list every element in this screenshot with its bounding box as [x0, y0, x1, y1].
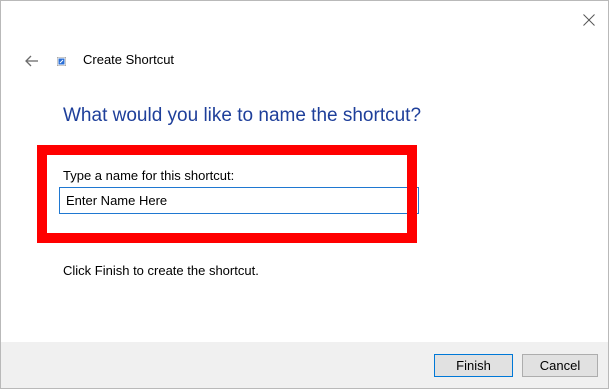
shortcut-icon	[57, 57, 66, 66]
button-bar: Finish Cancel	[1, 342, 608, 388]
cancel-button[interactable]: Cancel	[522, 354, 598, 377]
shortcut-name-label: Type a name for this shortcut:	[63, 168, 235, 183]
finish-button[interactable]: Finish	[434, 354, 513, 377]
back-button[interactable]	[19, 49, 45, 73]
shortcut-name-input[interactable]	[59, 187, 419, 214]
close-icon	[583, 14, 595, 26]
create-shortcut-window: Create Shortcut What would you like to n…	[0, 0, 609, 389]
wizard-title: Create Shortcut	[83, 52, 175, 67]
finish-hint: Click Finish to create the shortcut.	[63, 263, 259, 278]
page-heading: What would you like to name the shortcut…	[63, 105, 422, 126]
back-arrow-icon	[25, 55, 38, 67]
close-button[interactable]	[570, 1, 608, 39]
